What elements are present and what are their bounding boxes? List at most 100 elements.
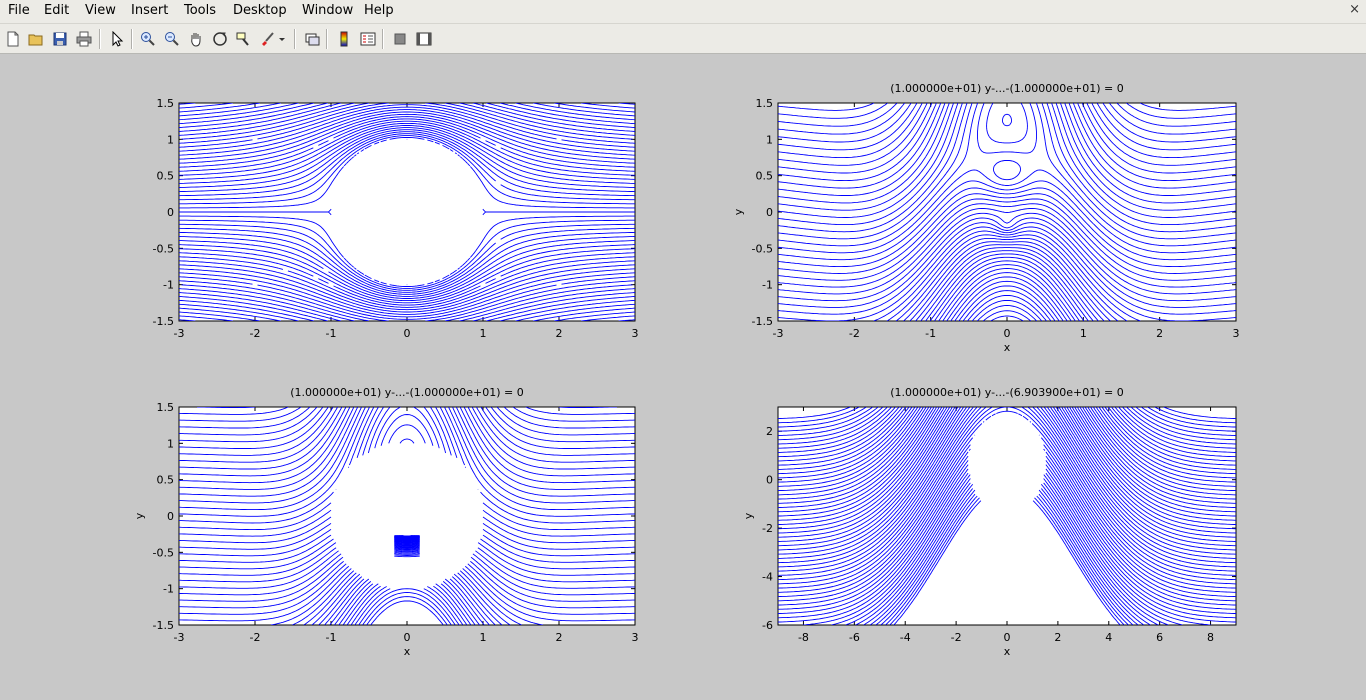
toolbar-separator bbox=[326, 29, 328, 49]
x-tick-label: 3 bbox=[632, 327, 639, 340]
y-tick-label: -4 bbox=[762, 571, 773, 584]
y-tick-label: 0.5 bbox=[756, 170, 774, 183]
y-tick-label: -1.5 bbox=[153, 619, 174, 632]
x-tick-label: -4 bbox=[900, 631, 911, 644]
x-tick-label: 0 bbox=[404, 631, 411, 644]
y-tick-label: -0.5 bbox=[153, 546, 174, 559]
y-tick-label: -0.5 bbox=[752, 242, 773, 255]
x-tick-label: -2 bbox=[250, 631, 261, 644]
y-axis-label: y bbox=[133, 512, 146, 519]
open-file-icon[interactable] bbox=[25, 28, 47, 50]
toolbar-separator bbox=[99, 29, 101, 49]
x-tick-label: -1 bbox=[326, 631, 337, 644]
y-tick-label: 1 bbox=[167, 437, 174, 450]
y-tick-label: 0 bbox=[167, 510, 174, 523]
x-tick-label: 1 bbox=[480, 631, 487, 644]
zoom-in-icon[interactable] bbox=[137, 28, 159, 50]
x-tick-label: 0 bbox=[1004, 327, 1011, 340]
y-tick-label: 0 bbox=[766, 474, 773, 487]
y-tick-label: 1.5 bbox=[157, 97, 175, 110]
show-plot-tools-icon[interactable] bbox=[413, 28, 435, 50]
toolbar-separator bbox=[382, 29, 384, 49]
x-tick-label: 1 bbox=[480, 327, 487, 340]
y-axis-label: y bbox=[742, 512, 755, 519]
x-tick-label: 1 bbox=[1080, 327, 1087, 340]
y-tick-label: -1.5 bbox=[752, 315, 773, 328]
menu-window[interactable]: Window bbox=[302, 3, 353, 18]
y-tick-label: -0.5 bbox=[153, 242, 174, 255]
print-icon[interactable] bbox=[73, 28, 95, 50]
x-tick-label: -8 bbox=[798, 631, 809, 644]
x-tick-label: 2 bbox=[556, 327, 563, 340]
menu-help[interactable]: Help bbox=[364, 3, 394, 18]
y-tick-label: -2 bbox=[762, 522, 773, 535]
x-tick-label: -3 bbox=[174, 327, 185, 340]
zoom-out-icon[interactable] bbox=[161, 28, 183, 50]
x-tick-label: 8 bbox=[1207, 631, 1214, 644]
x-tick-label: -2 bbox=[250, 327, 261, 340]
menu-tools[interactable]: Tools bbox=[184, 3, 216, 18]
y-tick-label: -1 bbox=[163, 279, 174, 292]
x-tick-label: 6 bbox=[1156, 631, 1163, 644]
x-tick-label: -1 bbox=[925, 327, 936, 340]
close-icon[interactable]: × bbox=[1349, 2, 1360, 17]
x-tick-label: 2 bbox=[1054, 631, 1061, 644]
menu-insert[interactable]: Insert bbox=[131, 3, 168, 18]
insert-colorbar-icon[interactable] bbox=[333, 28, 355, 50]
y-tick-label: 2 bbox=[766, 425, 773, 438]
menu-desktop[interactable]: Desktop bbox=[233, 3, 287, 18]
x-axis-label: x bbox=[1004, 341, 1011, 354]
x-tick-label: -3 bbox=[174, 631, 185, 644]
new-figure-icon[interactable] bbox=[2, 28, 24, 50]
x-tick-label: 4 bbox=[1105, 631, 1112, 644]
figure-svg: -3 -2 -1 0 1 2 31.510.50-0.5-1-1.5-3 -2 -1 0 1 2 31.… bbox=[133, 82, 1240, 658]
y-tick-label: 0.5 bbox=[157, 474, 175, 487]
chart-title: (1.000000e+01) y-...-(6.903900e+01) = 0 bbox=[890, 386, 1124, 399]
y-tick-label: 1.5 bbox=[157, 401, 175, 414]
y-tick-label: -1 bbox=[762, 279, 773, 292]
rotate-3d-icon[interactable] bbox=[209, 28, 231, 50]
x-tick-label: 0 bbox=[1004, 631, 1011, 644]
y-tick-label: 0 bbox=[167, 206, 174, 219]
brush-icon[interactable] bbox=[256, 28, 278, 50]
y-tick-label: -1 bbox=[163, 583, 174, 596]
chart-title: (1.000000e+01) y-...-(1.000000e+01) = 0 bbox=[890, 82, 1124, 95]
y-tick-label: 0 bbox=[766, 206, 773, 219]
toolbar-separator bbox=[294, 29, 296, 49]
menu-view[interactable]: View bbox=[85, 3, 116, 18]
edit-plot-arrow-icon[interactable] bbox=[106, 28, 128, 50]
x-tick-label: 2 bbox=[1156, 327, 1163, 340]
save-icon[interactable] bbox=[49, 28, 71, 50]
plot-area bbox=[778, 407, 1236, 625]
figure-canvas: -3 -2 -1 0 1 2 3 1.5 1 0.5 0 -0.5 -1 -1.5 -3 -2 -1 0 1 2 3 1.… bbox=[0, 54, 1366, 696]
x-tick-label: 0 bbox=[404, 327, 411, 340]
y-tick-label: 1.5 bbox=[756, 97, 774, 110]
x-tick-label: -1 bbox=[326, 327, 337, 340]
x-tick-label: -2 bbox=[951, 631, 962, 644]
x-tick-label: 2 bbox=[556, 631, 563, 644]
menu-file[interactable]: File bbox=[8, 3, 30, 18]
x-tick-label: -2 bbox=[849, 327, 860, 340]
y-tick-label: 1 bbox=[167, 133, 174, 146]
data-cursor-icon[interactable] bbox=[233, 28, 255, 50]
menu-edit[interactable]: Edit bbox=[44, 3, 69, 18]
x-axis-label: x bbox=[1004, 645, 1011, 658]
toolbar bbox=[0, 24, 1366, 54]
brush-dropdown-icon[interactable] bbox=[276, 28, 288, 50]
x-tick-label: 3 bbox=[1233, 327, 1240, 340]
x-tick-label: -6 bbox=[849, 631, 860, 644]
x-tick-label: -3 bbox=[773, 327, 784, 340]
y-axis-label: y bbox=[732, 208, 745, 215]
insert-legend-icon[interactable] bbox=[357, 28, 379, 50]
pan-hand-icon[interactable] bbox=[185, 28, 207, 50]
hide-plot-tools-icon[interactable] bbox=[389, 28, 411, 50]
link-plot-icon[interactable] bbox=[301, 28, 323, 50]
menu-bar: File Edit View Insert Tools Desktop Wind… bbox=[0, 0, 1366, 24]
chart-title: (1.000000e+01) y-...-(1.000000e+01) = 0 bbox=[290, 386, 524, 399]
plot-area bbox=[778, 103, 1236, 321]
y-tick-label: -6 bbox=[762, 619, 773, 632]
x-tick-label: 3 bbox=[632, 631, 639, 644]
y-tick-label: -1.5 bbox=[153, 315, 174, 328]
x-axis-label: x bbox=[404, 645, 411, 658]
y-tick-label: 1 bbox=[766, 133, 773, 146]
